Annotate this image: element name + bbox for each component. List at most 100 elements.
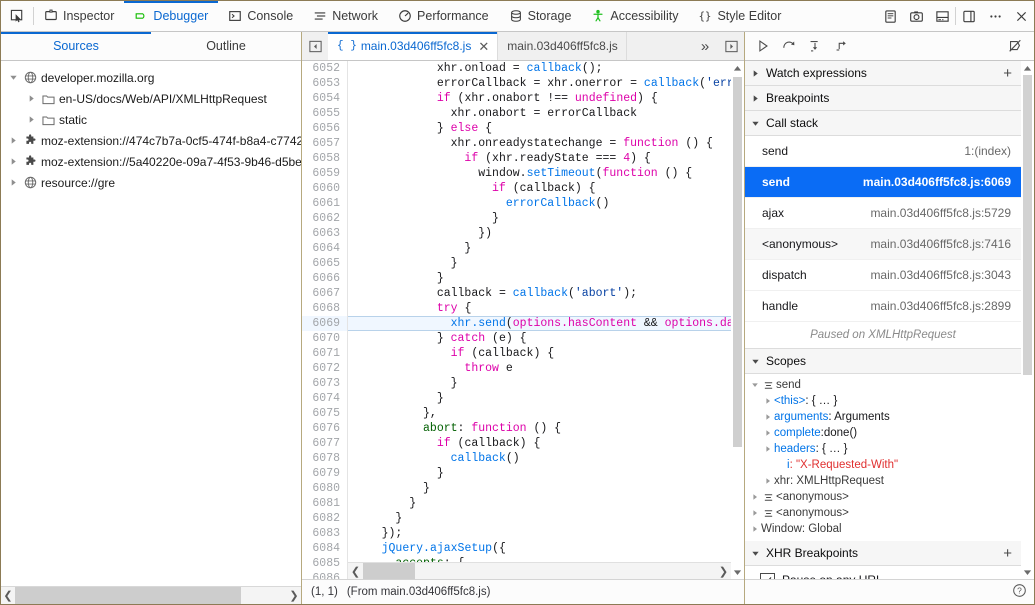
line-number[interactable]: 6063 [302,226,348,241]
code-text[interactable]: }); [348,526,402,541]
line-number[interactable]: 6077 [302,436,348,451]
line-number[interactable]: 6072 [302,361,348,376]
code-text[interactable]: throw e [348,361,513,376]
tab-storage[interactable]: Storage [499,1,582,31]
code-line[interactable]: 6081 } [302,496,744,511]
scope-item[interactable]: send [745,377,1021,393]
line-number[interactable]: 6080 [302,481,348,496]
code-text[interactable]: errorCallback = xhr.onerror = callback('… [348,76,744,91]
editor-horizontal-scrollbar[interactable]: ❮ ❯ [348,562,731,579]
call-stack-frame[interactable]: send 1:(index) [745,136,1021,167]
line-number[interactable]: 6060 [302,181,348,196]
source-tree-item-moz-extension-2[interactable]: moz-extension://5a40220e-09a7-4f53-9b46-… [1,151,301,172]
chevron-right-icon[interactable] [761,397,774,405]
code-text[interactable]: } [348,271,444,286]
code-line[interactable]: 6055 xhr.onabort = errorCallback [302,106,744,121]
chevron-right-icon[interactable] [750,93,761,104]
line-number[interactable]: 6075 [302,406,348,421]
close-icon[interactable]: ✕ [478,40,489,53]
code-text[interactable]: callback() [348,451,520,466]
tab-style-editor[interactable]: {} Style Editor [688,1,791,31]
line-number[interactable]: 6052 [302,61,348,76]
code-text[interactable]: if (callback) { [348,346,554,361]
line-number[interactable]: 6070 [302,331,348,346]
scope-item[interactable]: i: "X-Requested-With" [745,457,1021,473]
line-number[interactable]: 6065 [302,256,348,271]
line-number[interactable]: 6082 [302,511,348,526]
chevron-down-icon[interactable] [5,73,21,82]
section-watch-expressions[interactable]: Watch expressions + [745,61,1021,86]
code-text[interactable]: xhr.onabort = errorCallback [348,106,637,121]
scrollbar-thumb[interactable] [15,587,241,604]
source-tree-item-en-us-docs[interactable]: en-US/docs/Web/API/XMLHttpRequest [1,88,301,109]
editor-vertical-scrollbar[interactable] [731,61,744,579]
code-text[interactable]: abort: function () { [348,421,561,436]
scroll-up-icon[interactable] [1021,61,1034,75]
code-text[interactable]: callback = callback('abort'); [348,286,637,301]
scope-item[interactable]: xhr: XMLHttpRequest [745,473,1021,489]
scroll-left-icon[interactable]: ❮ [348,565,363,578]
scroll-down-icon[interactable] [1021,565,1034,579]
line-number[interactable]: 6083 [302,526,348,541]
code-text[interactable]: } else { [348,121,492,136]
code-text[interactable]: } [348,211,499,226]
code-text[interactable]: if (callback) { [348,181,596,196]
code-line[interactable]: 6060 if (callback) { [302,181,744,196]
toggle-debugger-pane-button[interactable] [718,32,744,60]
code-text[interactable]: try { [348,301,471,316]
code-line[interactable]: 6066 } [302,271,744,286]
scrollbar-track[interactable] [15,587,287,604]
code-line[interactable]: 6082 } [302,511,744,526]
chevron-down-icon[interactable] [748,381,761,389]
line-number[interactable]: 6084 [302,541,348,556]
code-text[interactable]: }) [348,226,492,241]
tab-console[interactable]: Console [218,1,303,31]
code-line[interactable]: 6084 jQuery.ajaxSetup({ [302,541,744,556]
code-text[interactable]: if (xhr.onabort !== undefined) { [348,91,658,106]
tab-inspector[interactable]: Inspector [34,1,124,31]
code-text[interactable]: if (xhr.readyState === 4) { [348,151,651,166]
meatball-menu-icon[interactable] [982,1,1008,31]
chevron-down-icon[interactable] [750,118,761,129]
code-line[interactable]: 6072 throw e [302,361,744,376]
code-line[interactable]: 6062 } [302,211,744,226]
scroll-left-icon[interactable]: ❮ [1,589,15,602]
code-text[interactable]: xhr.onload = callback(); [348,61,603,76]
call-stack-frame[interactable]: handle main.03d406ff5fc8.js:2899 [745,291,1021,322]
scrollbar-thumb[interactable] [1023,75,1032,375]
source-tree-item-static[interactable]: static [1,109,301,130]
code-text[interactable]: errorCallback() [348,196,609,211]
code-text[interactable]: } [348,496,416,511]
line-number[interactable]: 6056 [302,121,348,136]
line-number[interactable]: 6062 [302,211,348,226]
chevron-down-icon[interactable] [750,356,761,367]
chevron-right-icon[interactable] [761,445,774,453]
code-line[interactable]: 6063 }) [302,226,744,241]
scope-item[interactable]: headers: { … } [745,441,1021,457]
scrollbar-track[interactable] [1021,75,1034,565]
code-line[interactable]: 6076 abort: function () { [302,421,744,436]
line-number[interactable]: 6053 [302,76,348,91]
scope-item[interactable]: <this>: { … } [745,393,1021,409]
scroll-right-icon[interactable]: ❯ [716,565,731,578]
section-xhr-breakpoints[interactable]: XHR Breakpoints + [745,541,1021,566]
call-stack-frame-selected[interactable]: send main.03d406ff5fc8.js:6069 [745,167,1021,198]
chevron-right-icon[interactable] [748,493,761,501]
code-text[interactable]: } [348,511,402,526]
code-line[interactable]: 6074 } [302,391,744,406]
source-tree-item-resource-gre[interactable]: resource://gre [1,172,301,193]
code-text[interactable]: xhr.onreadystatechange = function () { [348,136,713,151]
split-console-icon[interactable] [929,1,955,31]
code-text[interactable]: if (callback) { [348,436,540,451]
code-text[interactable]: } [348,466,444,481]
code-line-paused[interactable]: 6069 xhr.send(options.hasContent && opti… [302,316,744,331]
code-line[interactable]: 6071 if (callback) { [302,346,744,361]
debugger-vertical-scrollbar[interactable] [1021,61,1034,579]
line-number[interactable]: 6078 [302,451,348,466]
code-line[interactable]: 6080 } [302,481,744,496]
code-line[interactable]: 6058 if (xhr.readyState === 4) { [302,151,744,166]
code-text[interactable]: } [348,391,444,406]
call-stack-frame[interactable]: <anonymous> main.03d406ff5fc8.js:7416 [745,229,1021,260]
section-call-stack[interactable]: Call stack [745,111,1021,136]
code-line[interactable]: 6068 try { [302,301,744,316]
